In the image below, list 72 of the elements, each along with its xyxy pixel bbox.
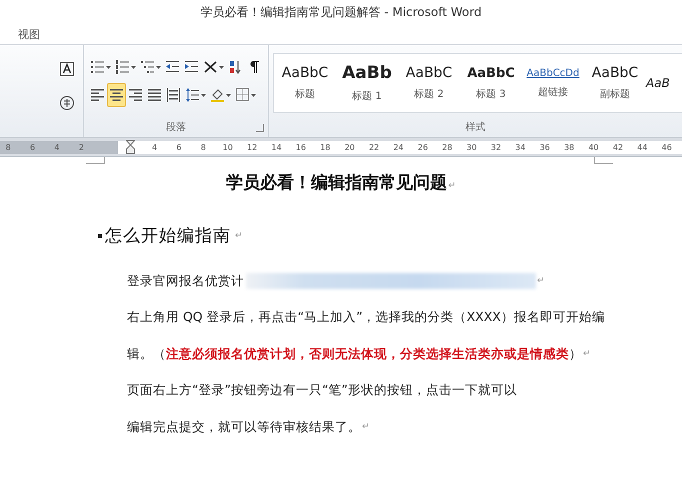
paragraph-mark: ↵ [583,349,591,360]
paragraph-line: 页面右上方“登录”按钮旁边有一只“笔”形状的按钮，点击一下就可以 [127,382,517,400]
caret-icon [156,64,161,70]
paragraph-line: 登录官网报名优赏计 [127,272,244,290]
ruler-number: 44 [636,142,648,152]
style-preset[interactable]: AaBbC 标题 3 [460,54,522,112]
ruler-number: 22 [368,142,380,152]
paragraph-mark: ↵ [448,181,456,191]
ruler-number: 30 [466,142,478,152]
section-heading: 怎么开始编指南 [105,225,231,247]
style-preset[interactable]: AaBbC 标题 2 [398,54,460,112]
caret-icon [106,64,111,70]
ribbon-tab[interactable]: 视图 [14,26,44,42]
center-button[interactable] [107,83,126,107]
ruler-number: 12 [246,142,258,152]
ruler-number: 18 [319,142,332,152]
ruler[interactable]: 8 6 4 2 4 6 8 10 12 14 16 18 20 22 24 26 28 30 32 34 36 38 40 42 44 46 [0,138,682,157]
paragraph-mark: ↵ [537,276,545,286]
ruler-number: 6 [29,142,36,152]
ruler-number: 2 [78,142,85,152]
multilevel-icon [140,59,155,75]
outdent-icon [165,59,180,75]
justify-icon [147,87,162,103]
distribute-icon [166,87,181,103]
paragraph-line: 编辑完点提交，就可以等待审核结果了。 [127,418,361,436]
ruler-number: 14 [270,142,283,152]
document-title: 学员必看！编辑指南常见问题 [226,173,448,193]
ruler-number: 10 [222,142,234,152]
numbering-icon [115,59,130,75]
style-preset[interactable]: AaBbCcDd 超链接 [522,54,584,112]
ruler-number: 42 [612,142,624,152]
caret-icon [131,64,136,70]
ruler-number: 4 [53,142,61,152]
ruler-number: 36 [538,142,551,152]
paragraph-mark: ↵ [362,422,370,432]
borders-icon [235,87,250,103]
ruler-number: 34 [514,142,526,152]
style-preset[interactable]: AaBbC 标题 [274,54,336,112]
shading-icon [210,87,225,103]
ruler-number: 24 [392,142,405,152]
ruler-number: 4 [150,142,158,152]
ruler-number: 46 [660,142,673,152]
ruler-number: 26 [416,142,429,152]
ruler-number: 38 [563,142,576,152]
indent-icon [184,59,199,75]
spacing-icon [185,87,200,103]
ruler-number: 16 [294,142,307,152]
ruler-number: 20 [344,142,356,152]
paragraph-line: 右上角用 QQ 登录后，再点击“马上加入”，选择我的分类（XXXX）报名即可开始编 [127,309,605,326]
dialog-launcher-icon[interactable] [256,124,264,132]
caret-icon [251,92,256,98]
style-preset[interactable]: AaB [646,54,682,112]
style-preset[interactable]: AaBbC 副标题 [584,54,646,112]
ruler-number: 28 [441,142,454,152]
style-preset[interactable]: AaBb 标题 1 [336,54,398,112]
ruler-number: 8 [200,142,207,152]
caret-icon [219,64,224,70]
ruler-number: 32 [490,142,502,152]
group-label: 段落 [165,120,187,135]
caret-icon [201,92,206,98]
ruler-number: 8 [4,142,12,152]
ruler-number: 6 [175,142,182,152]
bullets-icon [90,59,105,75]
window-title: 学员必看！编辑指南常见问题解答 - Microsoft Word [200,4,482,20]
center-icon [109,87,124,103]
caret-icon [226,92,231,98]
sort-icon [228,59,243,75]
group-label: 样式 [464,120,486,135]
paragraph-line: 辑。（注意必须报名优赏计划，否则无法体现，分类选择生活类亦或是情感类） [127,346,582,363]
bullet-icon [98,234,102,238]
ruler-number: 40 [587,142,600,152]
paragraph-mark: ↵ [235,230,243,240]
